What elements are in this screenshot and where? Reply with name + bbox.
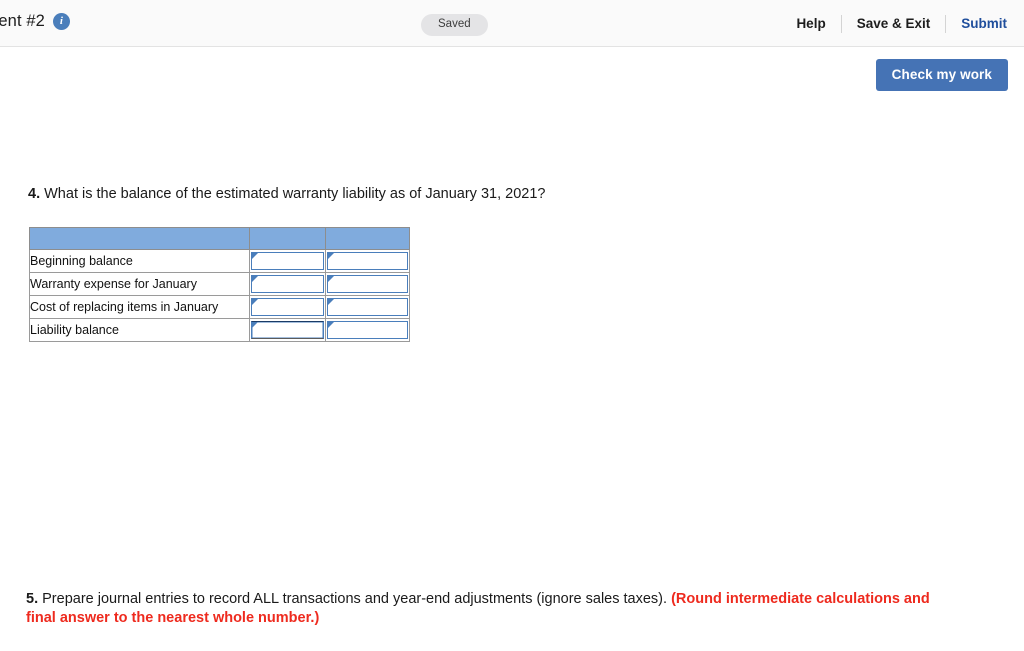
- value-field[interactable]: [327, 252, 408, 270]
- input-cell-warranty-expense-col2[interactable]: [249, 272, 326, 296]
- table-row: Liability balance: [29, 318, 410, 342]
- warranty-liability-table: Beginning balance Warranty expense for J…: [29, 227, 410, 342]
- question-5-text: 5. Prepare journal entries to record ALL…: [26, 590, 956, 628]
- value-field[interactable]: [251, 275, 324, 293]
- cell-value: [252, 299, 323, 315]
- assignment-title-group: gnment #2 i: [0, 12, 70, 31]
- value-field[interactable]: [327, 275, 408, 293]
- row-label-beginning-balance: Beginning balance: [29, 249, 250, 273]
- question-5-number: 5.: [26, 591, 39, 607]
- table-row: Warranty expense for January: [29, 272, 410, 296]
- question-4-body: What is the balance of the estimated war…: [44, 186, 546, 202]
- cell-value: [252, 253, 323, 269]
- value-field[interactable]: [327, 298, 408, 316]
- question-4-number: 4.: [28, 186, 41, 202]
- cell-value: [252, 322, 323, 338]
- save-and-exit-link[interactable]: Save & Exit: [842, 16, 946, 32]
- header-nav: Help Save & Exit Submit: [781, 15, 1010, 33]
- status-badge: Saved: [421, 14, 488, 36]
- table-header-row: [29, 227, 410, 250]
- info-icon[interactable]: i: [52, 13, 70, 30]
- cell-value: [252, 276, 323, 292]
- value-field[interactable]: [251, 321, 324, 339]
- row-label-warranty-expense-january: Warranty expense for January: [29, 272, 250, 296]
- table-header-cell-3: [325, 227, 410, 250]
- table-row: Beginning balance: [29, 249, 410, 273]
- cell-value: [328, 299, 407, 315]
- input-cell-liability-balance-col2[interactable]: [249, 318, 326, 342]
- page-title: gnment #2: [0, 12, 45, 30]
- input-cell-warranty-expense-col3[interactable]: [325, 272, 410, 296]
- top-header-bar: gnment #2 i Saved Help Save & Exit Submi…: [0, 0, 1024, 47]
- help-link[interactable]: Help: [781, 16, 840, 32]
- input-cell-cost-replacing-col3[interactable]: [325, 295, 410, 319]
- row-label-liability-balance: Liability balance: [29, 318, 250, 342]
- submit-link[interactable]: Submit: [946, 16, 1010, 32]
- input-cell-liability-balance-col3[interactable]: [325, 318, 410, 342]
- row-label-cost-of-replacing-items: Cost of replacing items in January: [29, 295, 250, 319]
- table-header-cell-2: [249, 227, 326, 250]
- question-5-body: Prepare journal entries to record ALL tr…: [42, 591, 668, 607]
- cell-value: [328, 276, 407, 292]
- value-field[interactable]: [251, 298, 324, 316]
- input-cell-beginning-balance-col2[interactable]: [249, 249, 326, 273]
- value-field[interactable]: [251, 252, 324, 270]
- cell-value: [328, 322, 407, 338]
- table-row: Cost of replacing items in January: [29, 295, 410, 319]
- cell-value: [328, 253, 407, 269]
- input-cell-beginning-balance-col3[interactable]: [325, 249, 410, 273]
- input-cell-cost-replacing-col2[interactable]: [249, 295, 326, 319]
- question-4-text: 4. What is the balance of the estimated …: [28, 185, 545, 205]
- table-header-cell-label: [29, 227, 250, 250]
- check-my-work-button[interactable]: Check my work: [875, 59, 1008, 91]
- value-field[interactable]: [327, 321, 408, 339]
